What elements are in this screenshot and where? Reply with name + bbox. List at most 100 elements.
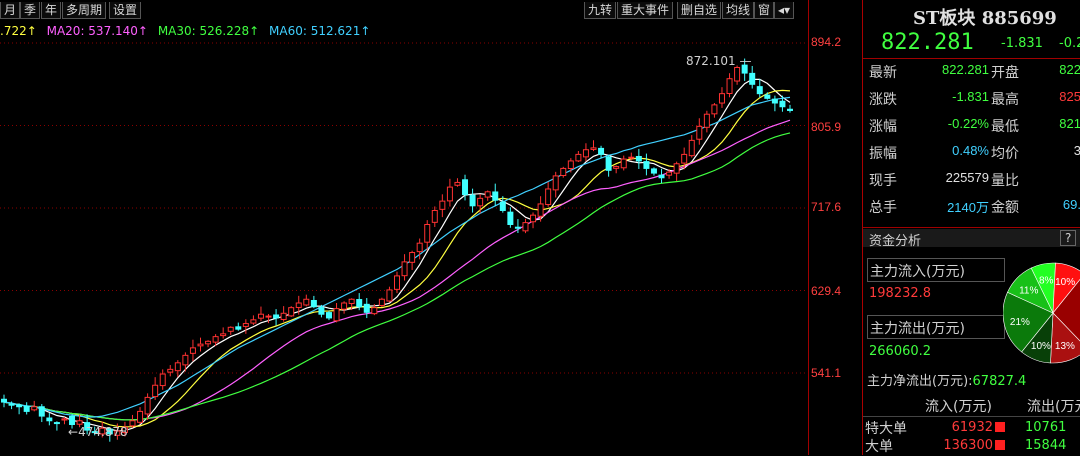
quote-label-0-b: 开盘 — [991, 65, 1019, 81]
table-header-outflow: 流出(万元 — [1027, 399, 1080, 415]
window-button[interactable]: 窗 — [754, 2, 775, 19]
multi-period-button[interactable]: 多周期 — [62, 2, 107, 19]
candle — [650, 167, 657, 176]
candle — [310, 295, 317, 309]
settings-button[interactable]: 设置 — [109, 2, 142, 19]
ma-button[interactable]: 均线 — [722, 2, 755, 19]
candle — [787, 104, 793, 113]
fund-pie-chart: 8% 10%13%10%21%11% — [1003, 262, 1080, 364]
outflow-label: 主力流出(万元) — [870, 321, 965, 337]
low-value: 474.878 — [78, 425, 128, 439]
candle — [454, 178, 461, 187]
candle — [431, 206, 438, 227]
price-tick-2: 805.9 — [811, 120, 842, 134]
candle — [605, 155, 612, 177]
candle — [446, 178, 453, 207]
price-change-pct: -0.2 — [1059, 36, 1080, 51]
stock-name: ST板块 — [913, 8, 976, 29]
candle — [401, 254, 408, 281]
candle — [394, 271, 400, 294]
quarter-button[interactable]: 季 — [20, 2, 41, 19]
candle — [333, 303, 340, 323]
candle — [688, 135, 695, 158]
candle — [159, 369, 166, 390]
candle — [552, 171, 559, 198]
chart-grid — [0, 42, 808, 374]
last-price: 822.281 — [881, 30, 974, 55]
candle — [575, 150, 582, 163]
candle — [250, 315, 257, 325]
kline-chart[interactable] — [0, 22, 808, 455]
price-tick-5: 541.1 — [811, 366, 842, 380]
help-icon[interactable]: ? — [1060, 230, 1077, 246]
quote-label-5-b: 金额 — [991, 200, 1019, 216]
candle — [567, 158, 574, 173]
major-events-button[interactable]: 重大事件 — [617, 2, 674, 19]
row-inflow-xl: 61932 — [951, 420, 993, 435]
nine-turn-button[interactable]: 九转 — [584, 2, 617, 19]
candle — [16, 403, 23, 415]
candle — [46, 412, 53, 426]
candle — [53, 421, 60, 431]
net-value: 67827.4 — [972, 374, 1027, 389]
candle — [507, 207, 514, 228]
candle — [703, 110, 710, 133]
row-name-l: 大单 — [865, 439, 893, 455]
candle — [129, 414, 136, 428]
candle — [325, 310, 332, 321]
inflow-value: 198232.8 — [869, 286, 932, 301]
candle — [152, 377, 159, 400]
candle — [522, 218, 529, 234]
quote-label-4-b: 量比 — [991, 173, 1019, 189]
candle — [378, 297, 385, 307]
pie-label: 10% — [1055, 277, 1075, 288]
outflow-box: 主力流出(万元) — [867, 315, 1005, 339]
quote-label-3-b: 均价 — [991, 146, 1019, 162]
quote-value-5-a: 2140万 — [947, 200, 989, 215]
remove-watchlist-button[interactable]: 删自选 — [677, 2, 722, 19]
year-button[interactable]: 年 — [41, 2, 62, 19]
candle — [197, 337, 204, 352]
quote-value-2-b: 821 — [1059, 116, 1080, 131]
candle — [409, 250, 416, 270]
quote-label-4-a: 现手 — [869, 173, 897, 189]
inflow-bar-xl — [995, 422, 1005, 432]
candle — [189, 339, 196, 362]
candle — [23, 402, 30, 415]
fund-title: 资金分析 — [869, 234, 922, 249]
high-value: 872.101 — [686, 54, 736, 68]
quote-value-0-a: 822.281 — [942, 62, 989, 77]
candle — [257, 306, 264, 322]
candle — [363, 298, 370, 319]
candles — [1, 58, 793, 442]
quote-label-3-a: 振幅 — [869, 146, 897, 162]
table-divider — [863, 416, 1080, 417]
inflow-box: 主力流入(万元) — [867, 258, 1005, 282]
quote-label-2-b: 最低 — [991, 119, 1019, 135]
candle — [280, 306, 287, 322]
candle — [726, 73, 733, 98]
candle — [477, 194, 484, 214]
candle — [756, 79, 763, 98]
candle — [265, 313, 272, 324]
candle — [386, 286, 393, 303]
pie-label: 10% — [1031, 341, 1051, 352]
candle — [620, 155, 627, 171]
candle — [613, 165, 620, 174]
price-tick-1: 894.2 — [811, 35, 842, 49]
axis-divider — [808, 0, 809, 455]
candle — [220, 327, 227, 339]
more-menu-button[interactable]: ◂▾ — [774, 2, 795, 19]
chart-toolbar: 月 季 年 多周期 设置 九转 重大事件 删自选 均线 窗 ◂▾ — [0, 0, 808, 22]
fund-header: 资金分析 ? — [863, 229, 1080, 249]
month-button[interactable]: 月 — [0, 2, 21, 19]
quote-value-0-b: 822 — [1059, 62, 1080, 77]
pie-label: 13% — [1055, 341, 1075, 352]
candle — [303, 294, 310, 307]
candle — [530, 212, 537, 229]
quote-value-3-b: 3 — [1073, 143, 1080, 158]
candle — [711, 103, 718, 118]
candle — [598, 145, 605, 159]
high-annotation: 872.101 — — [686, 54, 752, 68]
inflow-bar-l — [995, 440, 1005, 450]
